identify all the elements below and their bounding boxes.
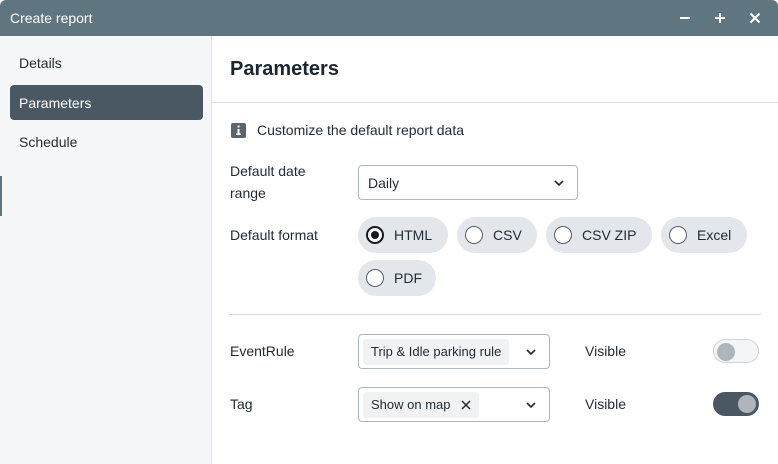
format-option-excel[interactable]: Excel — [661, 217, 747, 253]
tag-chip: Show on map — [363, 391, 479, 418]
close-button[interactable] — [737, 0, 772, 36]
sidebar-item-label: Details — [19, 54, 62, 71]
tag-visible-label: Visible — [585, 396, 626, 412]
format-option-label: HTML — [394, 227, 433, 243]
format-option-csv[interactable]: CSV — [457, 217, 537, 253]
tag-chips: Show on map — [359, 391, 513, 418]
toggle-knob — [738, 395, 756, 413]
chevron-down-icon — [513, 348, 549, 356]
event-rule-label: EventRule — [230, 343, 295, 359]
sidebar-item-details[interactable]: Details — [10, 45, 203, 80]
toggle-knob — [717, 343, 735, 361]
close-icon — [749, 12, 760, 24]
format-option-label: CSV — [493, 227, 522, 243]
minimize-button[interactable] — [667, 0, 702, 36]
radio-unchecked-icon — [669, 226, 687, 244]
radio-checked-icon — [366, 226, 384, 244]
radio-unchecked-icon — [554, 226, 572, 244]
sidebar-item-label: Parameters — [19, 94, 92, 111]
format-option-pdf[interactable]: PDF — [358, 260, 436, 296]
tag-visible-toggle[interactable] — [713, 392, 759, 416]
maximize-icon — [714, 13, 725, 23]
tag-select[interactable]: Show on map — [358, 387, 550, 422]
radio-unchecked-icon — [465, 226, 483, 244]
event-rule-visible-label: Visible — [585, 343, 626, 359]
chevron-down-icon — [513, 401, 549, 409]
minimize-icon — [679, 17, 690, 19]
format-option-html[interactable]: HTML — [358, 217, 448, 253]
event-rule-visible-toggle[interactable] — [713, 339, 759, 363]
event-rule-chips: Trip & Idle parking rule — [359, 338, 513, 365]
date-range-label-line2: range — [230, 185, 266, 201]
chip-label: Show on map — [371, 397, 451, 412]
tag-label: Tag — [230, 396, 253, 412]
date-range-select[interactable]: Daily — [358, 165, 578, 200]
info-row: Customize the default report data — [231, 122, 464, 138]
create-report-window: Create report Details Parameters Schedul… — [0, 0, 778, 464]
header-divider — [212, 102, 778, 103]
sidebar-item-label: Schedule — [19, 133, 78, 150]
sidebar-item-schedule[interactable]: Schedule — [10, 124, 203, 159]
event-rule-select[interactable]: Trip & Idle parking rule — [358, 334, 550, 369]
chip-label: Trip & Idle parking rule — [371, 344, 502, 359]
date-range-value: Daily — [368, 174, 400, 191]
format-option-label: PDF — [394, 270, 422, 286]
format-label: Default format — [230, 227, 318, 243]
info-icon — [231, 122, 246, 138]
format-option-csv-zip[interactable]: CSV ZIP — [546, 217, 652, 253]
sidebar-item-parameters[interactable]: Parameters — [10, 85, 203, 120]
radio-unchecked-icon — [366, 269, 384, 287]
section-divider — [230, 314, 761, 315]
edge-marker — [0, 176, 2, 216]
format-option-label: CSV ZIP — [582, 227, 637, 243]
event-rule-chip: Trip & Idle parking rule — [363, 338, 510, 365]
main-panel: Parameters Customize the default report … — [212, 36, 778, 464]
format-option-label: Excel — [697, 227, 732, 243]
title-bar: Create report — [0, 0, 778, 36]
date-range-label: Default date range — [230, 160, 306, 204]
page-title: Parameters — [230, 58, 339, 80]
date-range-label-line1: Default date — [230, 163, 306, 179]
window-controls — [667, 0, 778, 36]
remove-chip-icon[interactable] — [460, 399, 471, 410]
info-text: Customize the default report data — [257, 122, 465, 138]
chevron-down-icon — [541, 179, 577, 187]
sidebar: Details Parameters Schedule — [0, 36, 212, 464]
window-title: Create report — [10, 10, 93, 26]
maximize-button[interactable] — [702, 0, 737, 36]
